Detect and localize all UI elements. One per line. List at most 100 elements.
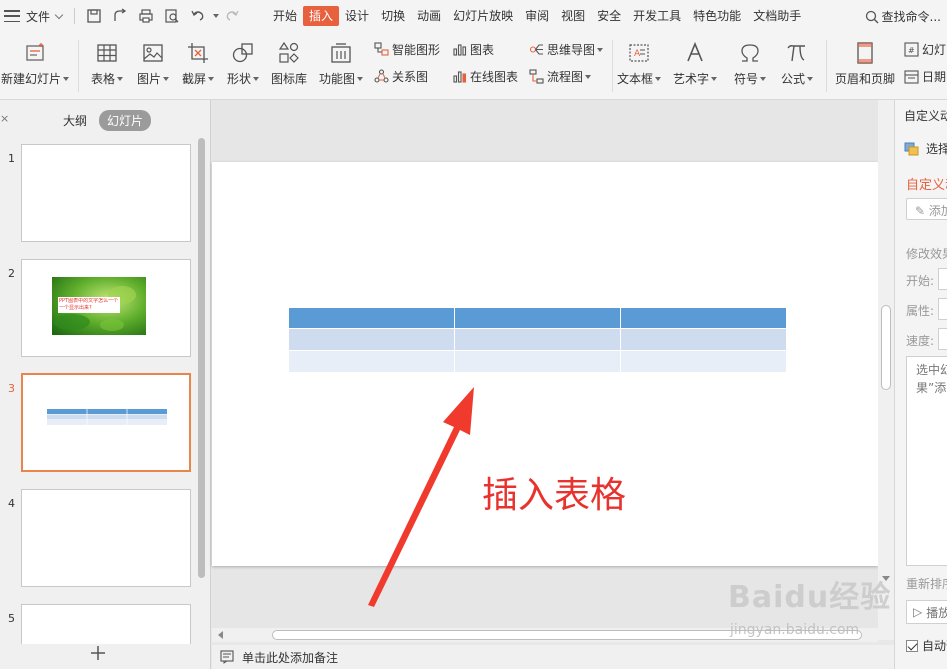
tab-animation[interactable]: 动画 [411, 6, 447, 26]
symbol-label: 符号 [733, 72, 758, 86]
tab-view[interactable]: 视图 [555, 6, 591, 26]
bar-chart-icon [453, 44, 467, 56]
slide-thumbnail-1[interactable] [21, 144, 191, 242]
shape-icon [232, 43, 253, 63]
textbox-button[interactable]: A 文本框 [616, 40, 662, 87]
tab-home[interactable]: 开始 [267, 6, 303, 26]
vertical-scroll-thumb[interactable] [881, 305, 891, 390]
thumbnail-scrollbar[interactable] [198, 138, 205, 578]
tab-review[interactable]: 审阅 [519, 6, 555, 26]
relation-chart-button[interactable]: 关系图 [374, 68, 428, 85]
table-cell[interactable] [620, 307, 787, 329]
flowchart-button[interactable]: 流程图 [529, 68, 592, 85]
pi-icon [787, 45, 805, 62]
tab-insert[interactable]: 插入 [303, 6, 340, 26]
property-select[interactable] [938, 298, 947, 320]
undo-icon[interactable] [185, 3, 211, 29]
table-cell[interactable] [620, 350, 787, 373]
start-label: 开始: [906, 274, 935, 288]
table-cell[interactable] [454, 307, 621, 329]
date-time-label: 日期 [922, 70, 947, 84]
select-window-button[interactable]: 选择窗格 [904, 140, 947, 157]
textbox-icon: A [629, 44, 649, 62]
section-title: 自定义动画 [906, 178, 947, 193]
slide-number-icon: # [904, 42, 919, 57]
wordart-label: 艺术字 [672, 72, 709, 86]
table-cell[interactable] [454, 350, 621, 373]
online-chart-button[interactable]: 在线图表 [452, 68, 518, 85]
table-button[interactable]: 表格 [88, 40, 126, 87]
picture-button[interactable]: 图片 [134, 40, 172, 87]
vertical-scrollbar[interactable] [878, 100, 894, 640]
add-slide-icon[interactable] [88, 643, 108, 663]
online-chart-icon [453, 71, 467, 83]
wordart-button[interactable]: 艺术字 [672, 40, 718, 87]
wordart-icon [687, 41, 703, 62]
icon-library-button[interactable]: 图标库 [268, 40, 310, 87]
watermark-logo-text: Baidu经验 [728, 580, 892, 615]
header-footer-button[interactable]: 页眉和页脚 [832, 40, 898, 87]
slide-thumbnail-4[interactable] [21, 489, 191, 587]
picture-icon [143, 44, 163, 62]
tab-slides[interactable]: 幻灯片 [99, 110, 152, 131]
export-icon[interactable] [107, 3, 133, 29]
table-cell[interactable] [288, 307, 455, 329]
tab-transition[interactable]: 切换 [375, 6, 411, 26]
table-cell[interactable] [454, 328, 621, 351]
formula-button[interactable]: 公式 [777, 40, 817, 87]
tab-doc-assistant[interactable]: 文档助手 [747, 6, 807, 26]
mind-map-button[interactable]: 思维导图 [529, 41, 604, 58]
new-slide-icon [26, 43, 44, 61]
slide-number-button[interactable]: # 幻灯 [904, 41, 946, 58]
symbol-button[interactable]: 符号 [730, 40, 770, 87]
calendar-icon [904, 70, 919, 84]
inserted-table[interactable] [288, 307, 787, 373]
slide-thumbnail-3[interactable] [21, 373, 191, 472]
save-icon[interactable] [81, 3, 107, 29]
tab-design[interactable]: 设计 [339, 6, 375, 26]
chart-label: 图表 [470, 43, 495, 57]
animation-list[interactable]: 选中幻 果”添 [906, 356, 947, 566]
new-slide-button[interactable]: 新建幻灯片 [0, 40, 70, 87]
chart-button[interactable]: 图表 [452, 41, 494, 58]
start-select[interactable] [938, 268, 947, 290]
print-icon[interactable] [133, 3, 159, 29]
slide-number-2: 2 [8, 267, 15, 280]
speed-select[interactable] [938, 328, 947, 350]
svg-text:A: A [634, 49, 641, 59]
screenshot-button[interactable]: 截屏 [179, 40, 217, 87]
print-preview-icon[interactable] [159, 3, 185, 29]
svg-text:#: # [908, 46, 915, 55]
slide-editor: 插入表格 [212, 100, 878, 640]
menu-icon[interactable] [4, 10, 20, 22]
notes-icon [220, 650, 234, 664]
close-panel-icon[interactable]: × [0, 112, 9, 125]
table-cell[interactable] [620, 328, 787, 351]
slide-thumbnail-2[interactable]: PPT图表中的文字怎么一个一个显示出来? [21, 259, 191, 357]
command-search[interactable]: 查找命令... [865, 8, 941, 25]
tab-slideshow[interactable]: 幻灯片放映 [447, 6, 519, 26]
command-search-label: 查找命令... [881, 10, 941, 24]
add-effect-button[interactable]: ✎ 添加效果 [906, 198, 947, 220]
tab-outline[interactable]: 大纲 [55, 110, 95, 131]
table-cell[interactable] [288, 328, 455, 351]
shape-button[interactable]: 形状 [224, 40, 262, 87]
function-chart-button[interactable]: 功能图 [316, 40, 366, 87]
slide-canvas[interactable]: 插入表格 [212, 162, 878, 607]
tab-security[interactable]: 安全 [591, 6, 627, 26]
table-cell[interactable] [288, 350, 455, 373]
date-time-button[interactable]: 日期 [904, 68, 946, 85]
add-effect-label: 添加效果 [928, 204, 947, 218]
smart-art-button[interactable]: 智能图形 [374, 41, 440, 58]
icon-library-label: 图标库 [270, 72, 307, 86]
slide-thumbnail-5[interactable] [21, 604, 191, 644]
ribbon-toolbar: 新建幻灯片 表格 图片 截屏 形状 图标库 功能图 智能图形 图表 思维导图 关… [0, 32, 947, 100]
tab-features[interactable]: 特色功能 [687, 6, 747, 26]
speed-label: 速度: [906, 334, 935, 348]
redo-icon[interactable] [219, 3, 245, 29]
scroll-left-icon[interactable] [218, 631, 223, 639]
animation-hint-line-2: 果”添 [916, 381, 947, 395]
tab-developer[interactable]: 开发工具 [627, 6, 687, 26]
file-menu[interactable]: 文件 [26, 8, 64, 25]
search-icon [865, 10, 879, 23]
